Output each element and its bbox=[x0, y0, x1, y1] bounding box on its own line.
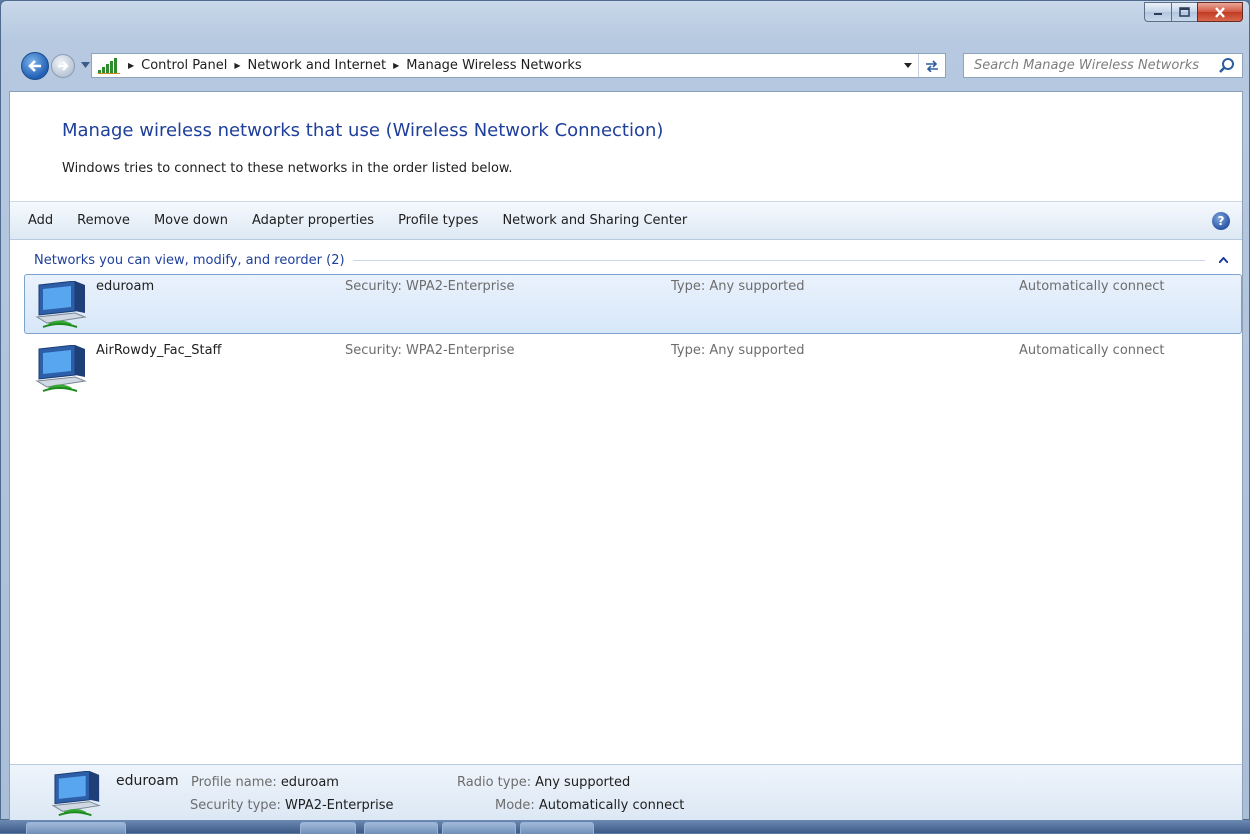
network-connect-mode: Automatically connect bbox=[1019, 279, 1165, 294]
network-security: Security: WPA2-Enterprise bbox=[345, 279, 515, 294]
details-label: Mode: bbox=[495, 798, 535, 813]
adapter-properties-button[interactable]: Adapter properties bbox=[240, 213, 386, 228]
details-label: Security type: bbox=[190, 798, 281, 813]
maximize-button[interactable] bbox=[1171, 2, 1197, 22]
address-bar[interactable]: ▶ Control Panel ▶ Network and Internet ▶… bbox=[91, 53, 946, 78]
remove-button[interactable]: Remove bbox=[65, 213, 142, 228]
taskbar-button[interactable] bbox=[364, 822, 438, 834]
wireless-network-icon bbox=[35, 281, 87, 328]
chevron-down-icon bbox=[80, 62, 90, 68]
details-mode: Mode: Automatically connect bbox=[495, 798, 684, 813]
network-row[interactable]: AirRowdy_Fac_Staff Security: WPA2-Enterp… bbox=[24, 338, 1242, 398]
breadcrumb-control-panel[interactable]: Control Panel bbox=[141, 58, 227, 73]
page-title: Manage wireless networks that use (Wirel… bbox=[62, 120, 664, 141]
details-value: Any supported bbox=[535, 775, 631, 790]
breadcrumb: ▶ Control Panel ▶ Network and Internet ▶… bbox=[124, 58, 582, 73]
move-down-button[interactable]: Move down bbox=[142, 213, 240, 228]
network-name: eduroam bbox=[96, 279, 155, 294]
breadcrumb-network-and-internet[interactable]: Network and Internet bbox=[248, 58, 387, 73]
content-area: Manage wireless networks that use (Wirel… bbox=[9, 91, 1243, 821]
network-row[interactable]: eduroam Security: WPA2-Enterprise Type: … bbox=[24, 274, 1242, 334]
taskbar-button[interactable] bbox=[442, 822, 516, 834]
close-icon bbox=[1215, 6, 1225, 18]
forward-button[interactable] bbox=[51, 54, 75, 78]
details-profile-name: Profile name: eduroam bbox=[191, 775, 339, 790]
help-icon[interactable]: ? bbox=[1212, 212, 1230, 230]
taskbar-button[interactable] bbox=[520, 822, 594, 834]
network-type: Type: Any supported bbox=[671, 279, 805, 294]
details-pane: eduroam Profile name: eduroam Security ty… bbox=[10, 764, 1242, 820]
network-signal-icon bbox=[98, 57, 120, 74]
close-button[interactable] bbox=[1197, 2, 1243, 22]
network-and-sharing-center-button[interactable]: Network and Sharing Center bbox=[490, 213, 699, 228]
group-title: Networks you can view, modify, and reord… bbox=[34, 252, 345, 268]
refresh-icon bbox=[926, 59, 938, 72]
taskbar-button[interactable] bbox=[300, 822, 356, 834]
chevron-down-icon bbox=[904, 63, 912, 68]
minimize-button[interactable] bbox=[1144, 2, 1171, 22]
back-button[interactable] bbox=[21, 52, 49, 80]
maximize-icon bbox=[1179, 7, 1190, 17]
add-button[interactable]: Add bbox=[10, 213, 65, 228]
page-description: Windows tries to connect to these networ… bbox=[62, 161, 513, 176]
search-input[interactable] bbox=[972, 57, 1212, 74]
details-value: eduroam bbox=[280, 775, 339, 790]
network-security: Security: WPA2-Enterprise bbox=[345, 343, 515, 358]
forward-arrow-icon bbox=[58, 61, 69, 71]
command-toolbar: Add Remove Move down Adapter properties … bbox=[10, 201, 1242, 240]
details-radio-type: Radio type: Any supported bbox=[457, 775, 630, 790]
details-value: WPA2-Enterprise bbox=[284, 798, 394, 813]
network-name: AirRowdy_Fac_Staff bbox=[96, 343, 222, 358]
details-label: Profile name: bbox=[191, 775, 277, 790]
details-value: Automatically connect bbox=[538, 798, 685, 813]
details-label: Radio type: bbox=[457, 775, 532, 790]
network-connect-mode: Automatically connect bbox=[1019, 343, 1165, 358]
taskbar-button[interactable] bbox=[26, 822, 126, 834]
wireless-network-icon bbox=[35, 345, 87, 392]
network-list: eduroam Security: WPA2-Enterprise Type: … bbox=[24, 274, 1242, 402]
caption-buttons bbox=[1144, 2, 1243, 22]
taskbar bbox=[0, 820, 1250, 834]
recent-pages-button[interactable] bbox=[79, 57, 91, 73]
breadcrumb-arrow-icon[interactable]: ▶ bbox=[234, 61, 240, 70]
wireless-network-icon bbox=[51, 771, 101, 817]
group-divider bbox=[352, 259, 1205, 261]
details-security-type: Security type: WPA2-Enterprise bbox=[190, 798, 394, 813]
network-type: Type: Any supported bbox=[671, 343, 805, 358]
network-group-header[interactable]: Networks you can view, modify, and reord… bbox=[10, 250, 1242, 270]
control-panel-window: ▶ Control Panel ▶ Network and Internet ▶… bbox=[0, 0, 1250, 821]
details-network-name: eduroam bbox=[116, 773, 179, 789]
minimize-icon bbox=[1154, 13, 1162, 15]
refresh-button[interactable] bbox=[918, 54, 945, 77]
collapse-chevron-icon[interactable] bbox=[1219, 257, 1228, 263]
address-history-button[interactable] bbox=[899, 54, 917, 77]
navigation-bar: ▶ Control Panel ▶ Network and Internet ▶… bbox=[1, 49, 1249, 83]
search-box bbox=[963, 53, 1243, 78]
breadcrumb-manage-wireless-networks[interactable]: Manage Wireless Networks bbox=[406, 58, 581, 73]
breadcrumb-arrow-icon[interactable]: ▶ bbox=[128, 61, 134, 70]
breadcrumb-arrow-icon[interactable]: ▶ bbox=[393, 61, 399, 70]
back-arrow-icon bbox=[28, 60, 41, 72]
profile-types-button[interactable]: Profile types bbox=[386, 213, 490, 228]
search-icon[interactable] bbox=[1218, 57, 1236, 75]
